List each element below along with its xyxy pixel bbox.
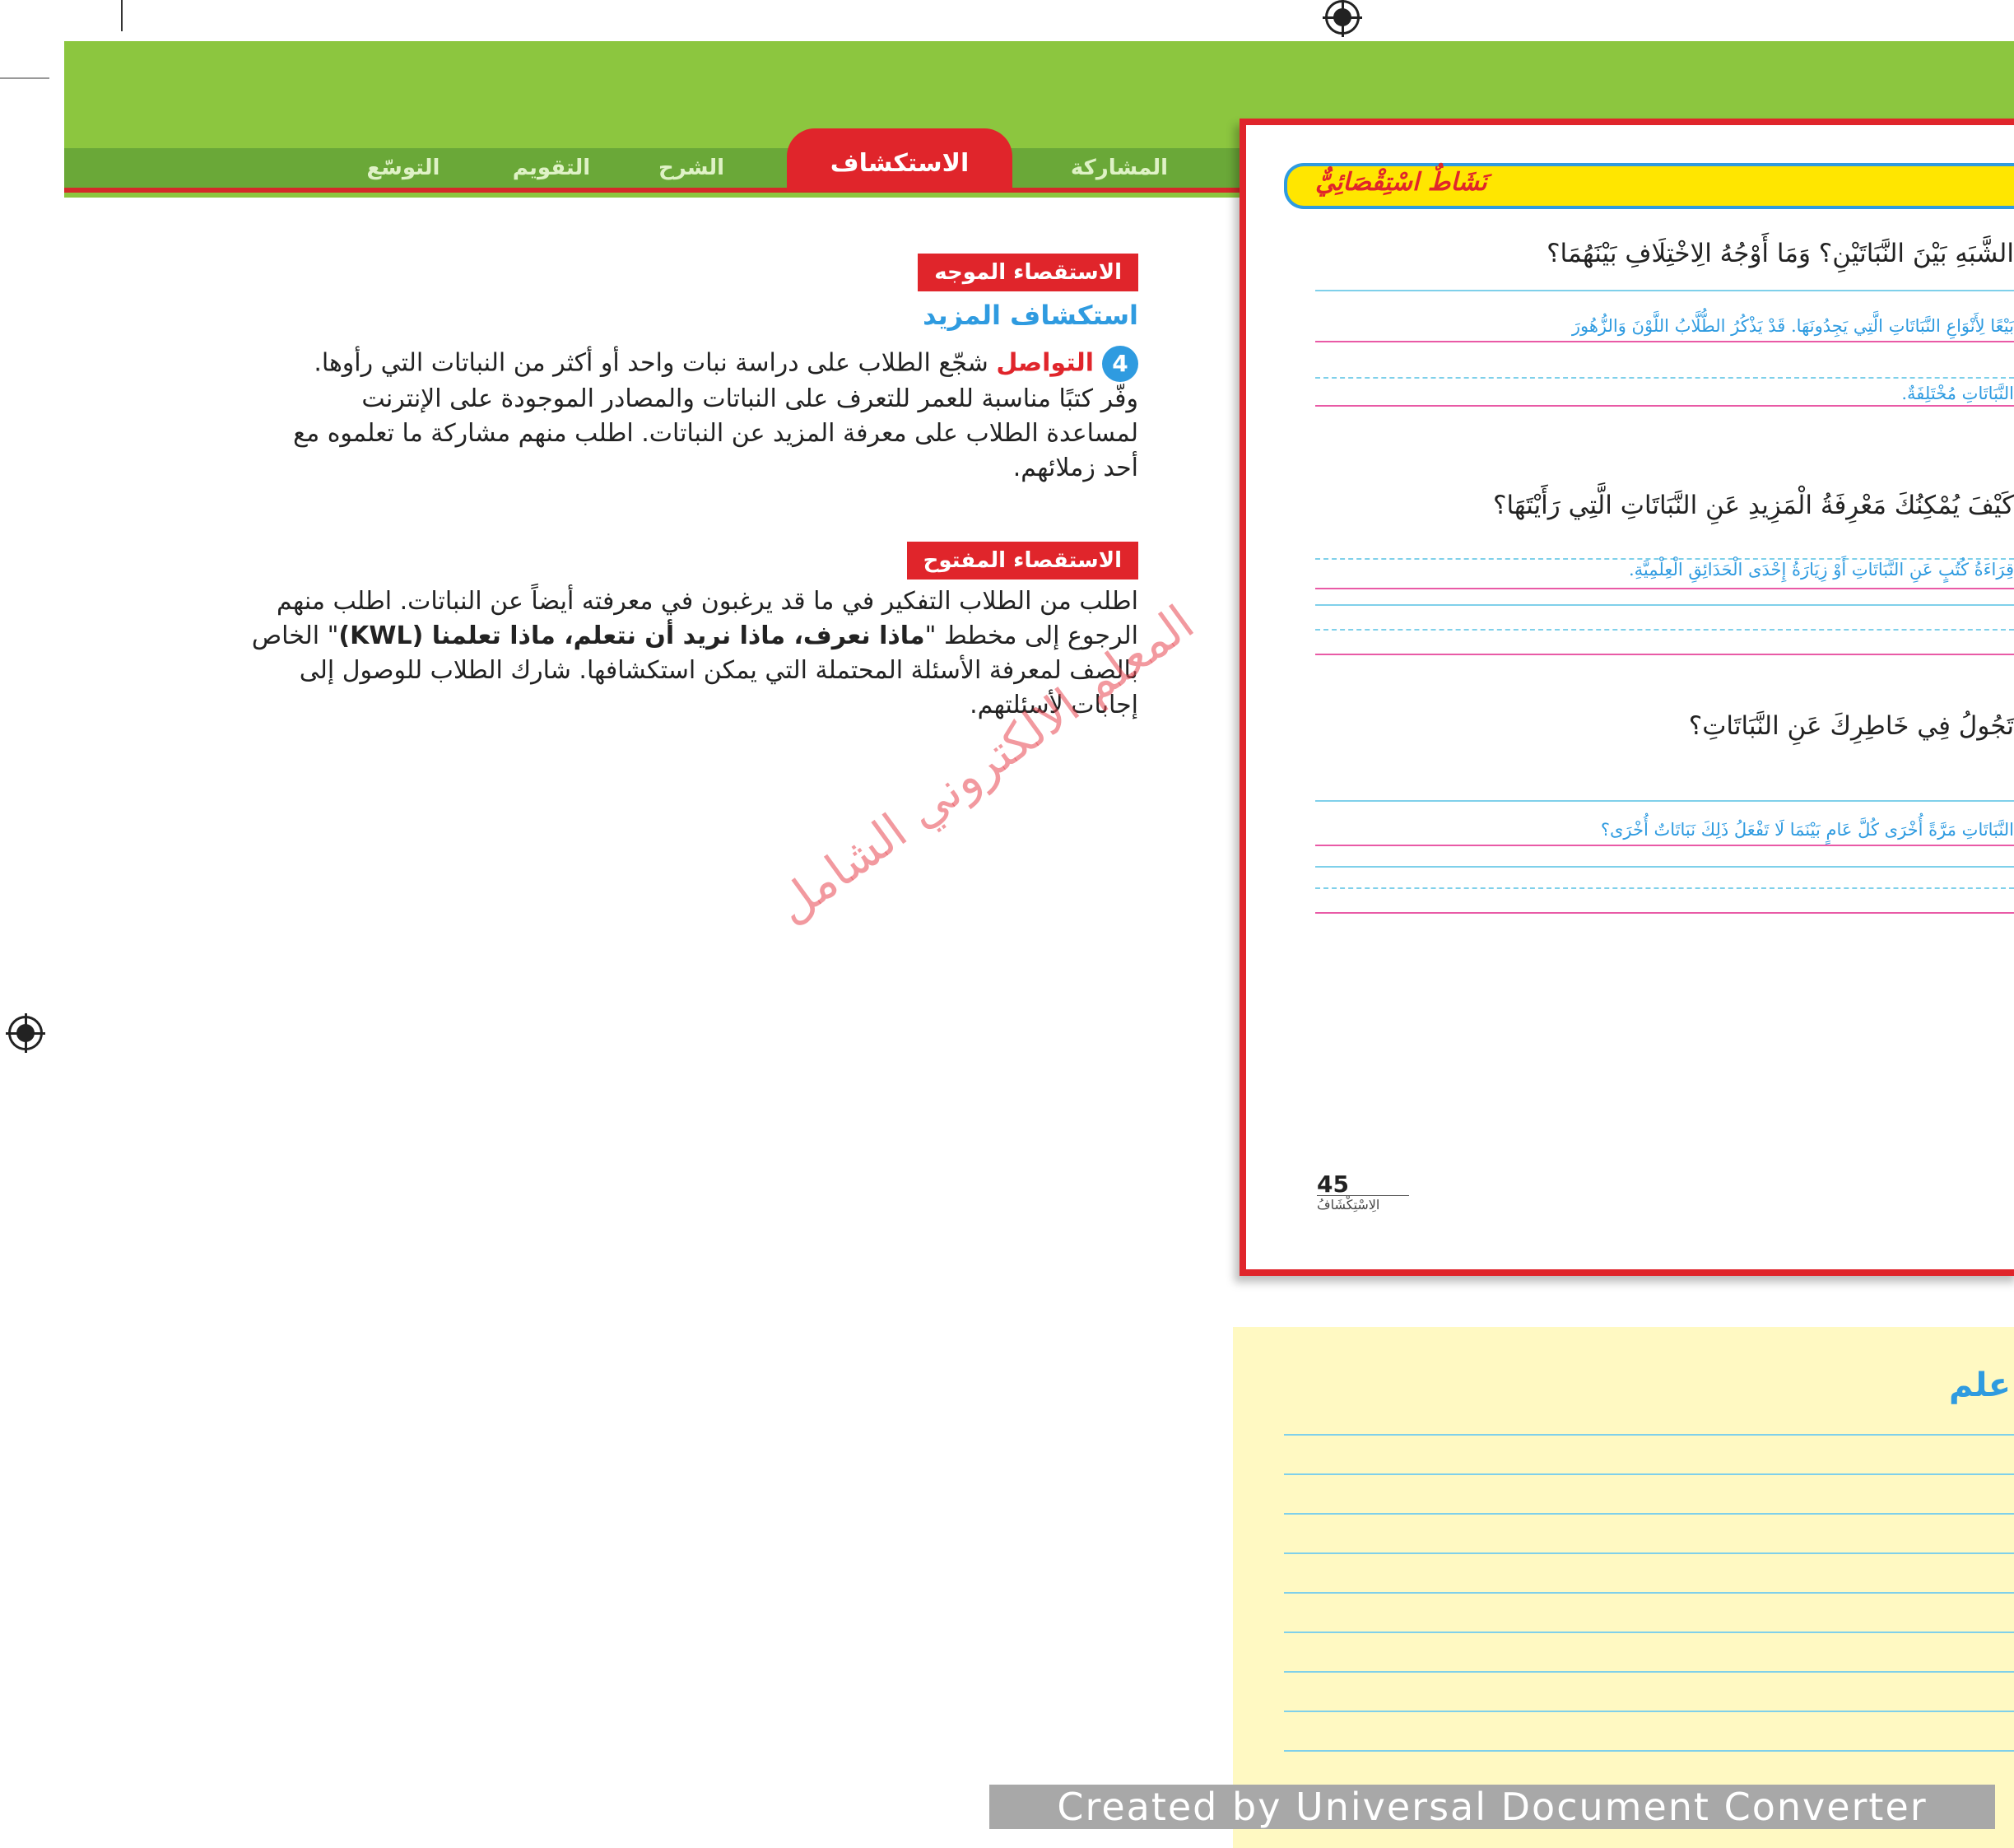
converter-banner: Created by Universal Document Converter xyxy=(989,1785,1995,1829)
communication-paragraph: 4التواصل شجّع الطلاب على دراسة نبات واحد… xyxy=(282,346,1138,486)
writing-line xyxy=(1315,290,2014,291)
writing-line xyxy=(1315,377,2014,379)
writing-line xyxy=(1315,341,2014,342)
writing-line xyxy=(1315,654,2014,655)
registration-mark-icon xyxy=(6,1013,45,1053)
writing-line xyxy=(1315,912,2014,914)
crop-mark-vertical xyxy=(121,0,123,31)
registration-mark-icon xyxy=(1323,0,1362,37)
tab-participation[interactable]: المشاركة xyxy=(1045,150,1193,186)
page-number-rule xyxy=(1317,1195,1409,1196)
note-line xyxy=(1284,1552,2014,1554)
question-1: الشَّبَهِ بَيْنَ النَّبَاتَيْنِ؟ وَمَا أ… xyxy=(1547,239,2014,268)
note-line xyxy=(1284,1671,2014,1673)
writing-line xyxy=(1315,588,2014,589)
note-line xyxy=(1284,1473,2014,1475)
question-2: كَيْفَ يُمْكِنُكَ مَعْرِفَةُ الْمَزِيدِ … xyxy=(1493,491,2014,520)
open-inquiry-label: الاستقصاء المفتوح xyxy=(906,542,1138,580)
page-number: 45 xyxy=(1317,1171,1349,1198)
guided-inquiry-label: الاستقصاء الموجه xyxy=(918,254,1138,291)
note-line xyxy=(1284,1434,2014,1436)
crop-mark-horizontal xyxy=(0,77,49,79)
tab-explanation[interactable]: الشرح xyxy=(634,150,749,186)
note-line xyxy=(1284,1632,2014,1633)
writing-line xyxy=(1315,604,2014,606)
kwl-chart-name: ماذا نعرف، ماذا نريد أن نتعلم، ماذا تعلم… xyxy=(338,621,925,650)
item-number-badge: 4 xyxy=(1102,346,1138,382)
question-3: تَجُولُ فِي خَاطِرِكَ عَنِ النَّبَاتَاتِ… xyxy=(1688,711,2014,741)
writing-line xyxy=(1315,866,2014,868)
writing-line xyxy=(1315,405,2014,407)
student-page-frame xyxy=(1240,119,2014,1276)
inquiry-title: نَشَاطٌ اسْتِقْصَائِيٌّ xyxy=(1315,168,1487,197)
communication-term: التواصل xyxy=(996,348,1094,378)
note-line xyxy=(1284,1592,2014,1594)
tab-evaluation[interactable]: التقويم xyxy=(494,150,609,186)
writing-line xyxy=(1315,845,2014,846)
notes-page xyxy=(1233,1327,2014,1848)
note-line xyxy=(1284,1750,2014,1752)
tab-extension[interactable]: التوسّع xyxy=(346,150,461,186)
page-section-label: الِاسْتِكْشَافُ xyxy=(1317,1197,1380,1213)
notes-heading: علم xyxy=(1949,1366,2012,1404)
note-line xyxy=(1284,1513,2014,1515)
explore-more-heading: استكشاف المزيد xyxy=(923,300,1138,331)
tab-exploration[interactable]: الاستكشاف xyxy=(787,128,1012,191)
open-inquiry-paragraph: اطلب من الطلاب التفكير في ما قد يرغبون ف… xyxy=(249,584,1138,723)
answer-2: قِرَاءَةُ كُتُبٍ عَنِ النَّبَاتَاتِ أَوْ… xyxy=(1628,560,2014,580)
answer-3: النَّبَاتَاتِ مَرَّةً أُخْرَى كُلَّ عَام… xyxy=(1600,820,2014,840)
writing-line xyxy=(1315,887,2014,889)
writing-line xyxy=(1315,800,2014,802)
note-line xyxy=(1284,1711,2014,1712)
answer-1-line-2: النَّبَاتَاتِ مُخْتَلِفَةٌ. xyxy=(1901,384,2014,403)
writing-line xyxy=(1315,629,2014,631)
answer-1-line-1: بَيْعًا لِأَنْوَاعِ النَّبَاتَاتِ الَّتِ… xyxy=(1571,316,2014,336)
